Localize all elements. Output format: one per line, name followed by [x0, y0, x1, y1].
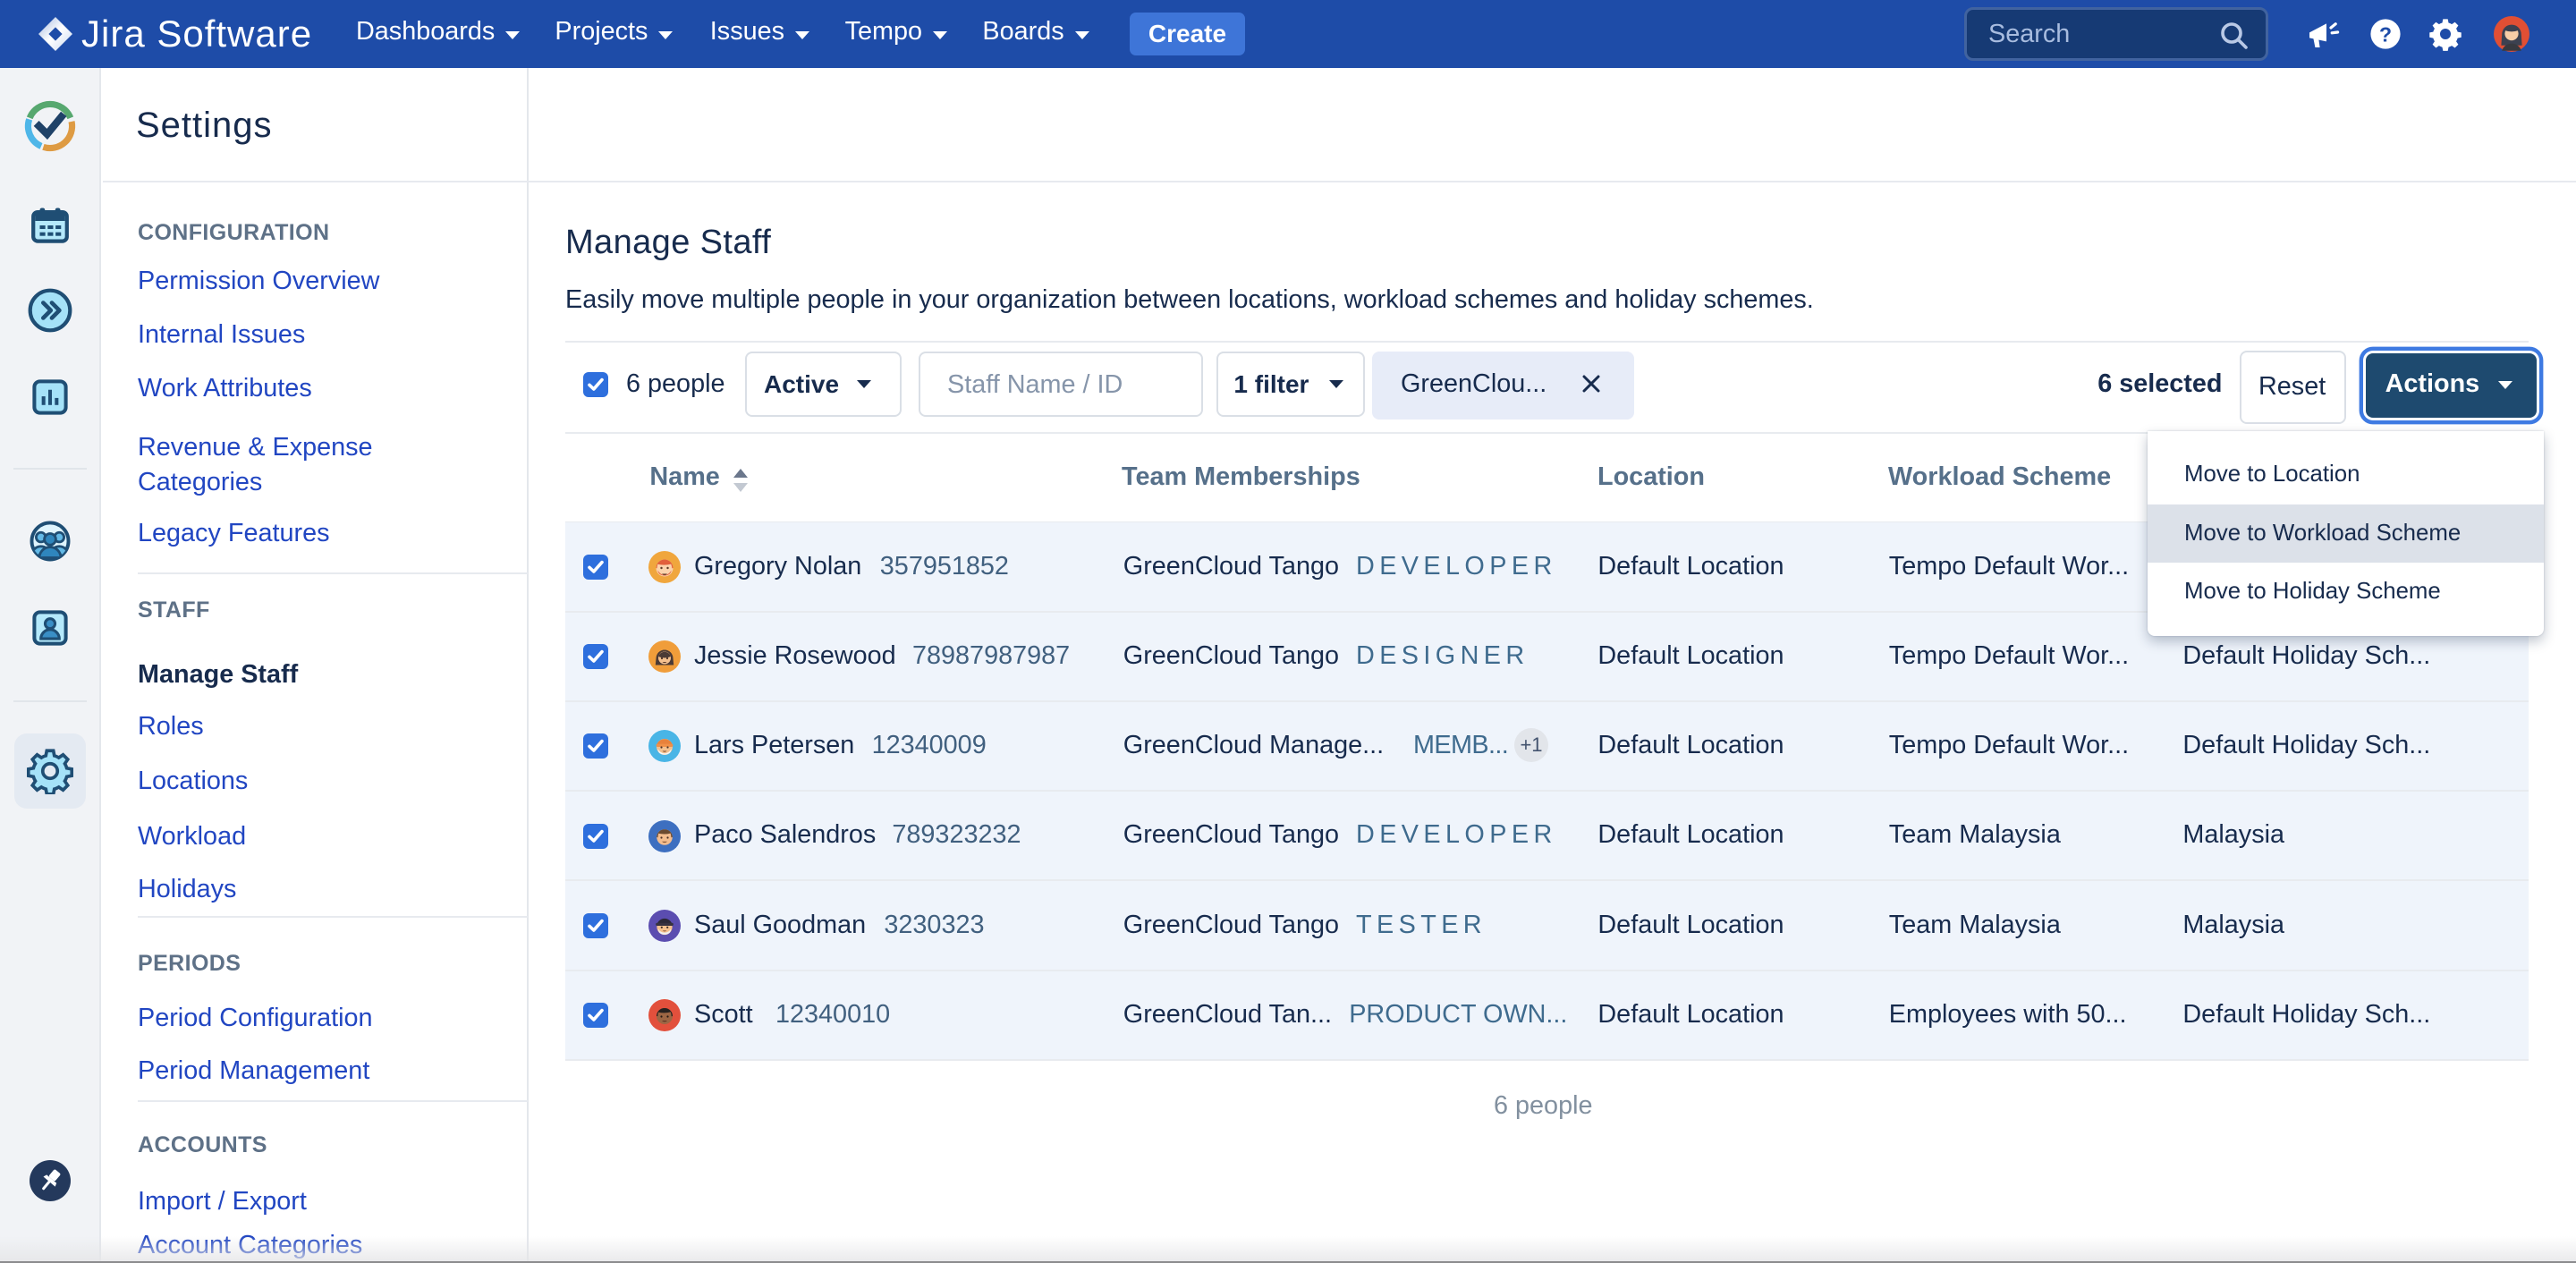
svg-text:?: ?	[2379, 22, 2392, 46]
